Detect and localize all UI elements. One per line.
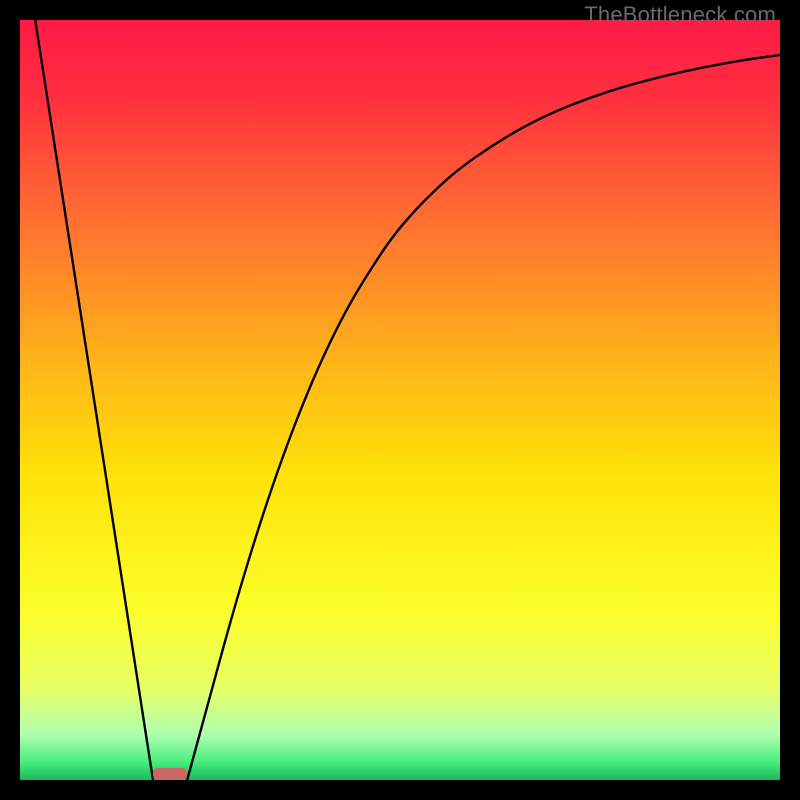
bottleneck-marker — [153, 768, 187, 780]
bottleneck-plot — [20, 20, 780, 780]
watermark-text: TheBottleneck.com — [584, 2, 776, 28]
gradient-background — [20, 20, 780, 780]
chart-frame — [20, 20, 780, 780]
